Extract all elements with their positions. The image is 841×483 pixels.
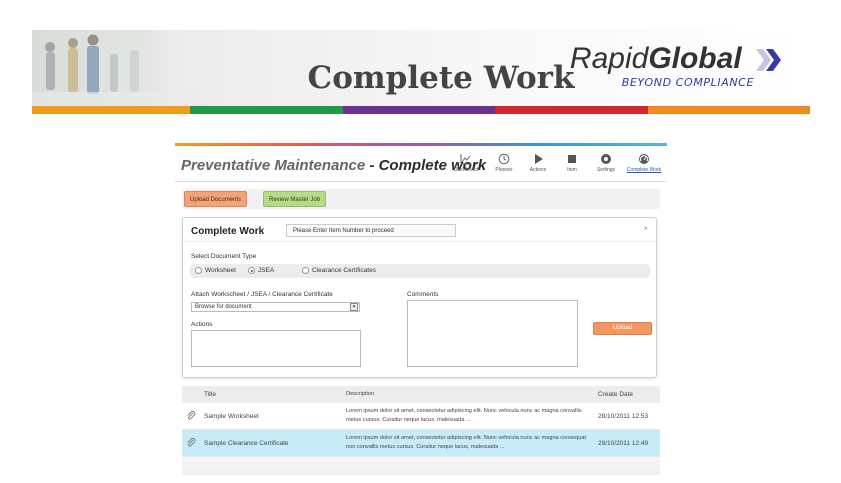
divider — [175, 181, 667, 182]
slide-banner: Complete Work RapidGlobal BEYOND COMPLIA… — [32, 30, 810, 108]
radio-button[interactable] — [195, 267, 202, 274]
row-description: Lorem ipsum dolor sit amet, consectetur … — [346, 435, 587, 450]
logo-global: Global — [648, 42, 742, 75]
column-header-description[interactable]: Description — [346, 386, 590, 403]
radio-jsea[interactable]: JSEA — [248, 267, 274, 274]
double-chevron-icon — [756, 49, 781, 72]
complete-work-panel: Complete Work Please Enter Item Number t… — [182, 217, 657, 378]
nav-actions-label: Actions — [529, 167, 547, 173]
upload-documents-button[interactable]: Upload Documents — [184, 191, 248, 207]
clock-icon — [498, 153, 510, 165]
documents-table: Title Description Create Date Sample Wor… — [182, 386, 660, 475]
paperclip-icon[interactable] — [186, 403, 198, 429]
radio-button[interactable] — [302, 267, 309, 274]
radio-worksheet-label: Worksheet — [205, 267, 236, 274]
actions-textarea[interactable] — [191, 330, 361, 367]
logo-tagline: BEYOND COMPLIANCE — [621, 76, 754, 89]
radio-jsea-label: JSEA — [258, 267, 275, 274]
app-window: Preventative Maintenance - Complete work… — [175, 143, 667, 475]
nav-settings-label: Settings — [596, 167, 616, 173]
attach-label: Attach Workscheet / JSEA / Clearance Cer… — [191, 291, 333, 298]
column-header-create-date[interactable]: Create Date — [598, 386, 633, 403]
nav-dashboard-label: Dashboard — [453, 167, 479, 173]
column-header-title[interactable]: Title — [204, 386, 216, 403]
item-number-prompt[interactable]: Please Enter Item Number to proceed — [286, 224, 456, 237]
radio-clearance-label: Clearance Certificates — [312, 267, 376, 274]
row-title: Sample Worksheet — [204, 412, 259, 420]
nav-item-label: Item — [567, 167, 577, 173]
select-doc-type-label: Select Document Type — [191, 253, 257, 260]
table-header: Title Description Create Date — [182, 386, 660, 403]
radio-clearance-certificates[interactable]: Clearance Certificates — [302, 267, 376, 274]
top-nav: Dashboard Planner Actions Item Settings … — [447, 153, 663, 173]
radio-button-selected[interactable] — [248, 267, 255, 274]
app-title-prefix: Preventative Maintenance — [181, 157, 366, 174]
action-toolbar: Upload Documents Review Master Job — [182, 189, 660, 209]
comments-label: Comments — [407, 291, 439, 298]
nav-settings[interactable]: Settings — [591, 153, 621, 173]
upload-button[interactable]: Upload — [593, 322, 652, 335]
table-footer — [182, 457, 660, 475]
nav-planner[interactable]: Planner — [489, 153, 519, 173]
panel-title: Complete Work — [191, 226, 265, 237]
app-title: Preventative Maintenance - Complete work — [181, 157, 486, 174]
close-icon[interactable]: × — [643, 224, 648, 233]
app-top-gradient — [175, 143, 667, 146]
actions-label: Actions — [191, 321, 213, 328]
nav-planner-label: Planner — [495, 167, 513, 173]
comments-textarea[interactable] — [407, 300, 578, 367]
review-master-job-button[interactable]: Review Master Job — [263, 191, 327, 207]
nav-item[interactable]: Item — [557, 153, 587, 173]
row-description: Lorem ipsum dolor sit amet, consectetur … — [346, 408, 582, 423]
table-row-selected[interactable]: Sample Clearance Certificate Lorem ipsum… — [182, 430, 660, 457]
radio-worksheet[interactable]: Worksheet — [195, 267, 236, 274]
row-title: Sample Clearance Certificate — [204, 439, 289, 447]
play-icon — [535, 154, 543, 164]
chevron-down-icon[interactable]: ▾ — [350, 303, 358, 311]
app-title-separator: - — [365, 157, 379, 174]
stop-icon — [568, 155, 576, 163]
browse-document-select[interactable]: Browse for document ▾ — [191, 302, 360, 312]
nav-complete-work[interactable]: Complete Work — [625, 153, 663, 173]
nav-actions[interactable]: Actions — [523, 153, 553, 173]
color-stripe — [32, 106, 810, 114]
gear-icon — [601, 154, 611, 164]
browse-value: Browse for document — [195, 304, 252, 310]
rapidglobal-logo: RapidGlobal BEYOND COMPLIANCE — [570, 42, 784, 89]
nav-dashboard[interactable]: Dashboard — [447, 153, 485, 173]
logo-rapid: Rapid — [569, 42, 649, 75]
doc-type-radio-group: Worksheet JSEA Clearance Certificates — [190, 264, 650, 278]
row-date: 28/10/2011 12:53 — [598, 412, 649, 420]
chart-icon — [460, 154, 471, 165]
row-date: 28/10/2011 12:49 — [598, 439, 649, 447]
divider — [183, 241, 656, 242]
gauge-icon — [639, 154, 649, 164]
nav-complete-work-label: Complete Work — [626, 167, 662, 173]
paperclip-icon[interactable] — [186, 430, 198, 456]
table-row[interactable]: Sample Worksheet Lorem ipsum dolor sit a… — [182, 403, 660, 430]
